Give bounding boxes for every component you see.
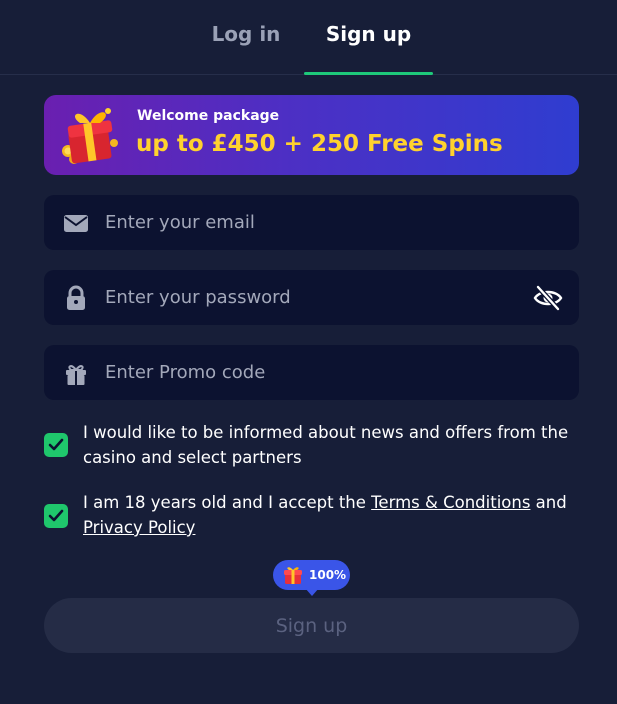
envelope-icon — [64, 215, 88, 232]
lock-icon — [67, 285, 85, 310]
auth-tabs: Log in Sign up — [0, 0, 617, 75]
gift-box-icon — [62, 108, 118, 164]
email-field-wrapper — [44, 195, 579, 250]
active-tab-indicator — [304, 72, 433, 75]
bonus-badge: 100% — [273, 560, 350, 596]
consent-age-label: I am 18 years old and I accept the Terms… — [83, 490, 583, 540]
sign-up-button[interactable]: Sign up — [44, 598, 579, 653]
email-input[interactable] — [104, 195, 524, 250]
password-input[interactable] — [104, 270, 524, 325]
consent-age-checkbox[interactable] — [44, 504, 68, 528]
consent-age-text: I am 18 years old and I accept the — [83, 493, 372, 512]
privacy-policy-link[interactable]: Privacy Policy — [83, 518, 195, 537]
password-field-wrapper — [44, 270, 579, 325]
promo-field-wrapper — [44, 345, 579, 400]
checkmark-icon — [48, 438, 64, 451]
promo-code-input[interactable] — [104, 345, 524, 400]
banner-offer: up to £450 + 250 Free Spins — [136, 131, 503, 157]
welcome-banner: Welcome package up to £450 + 250 Free Sp… — [44, 95, 579, 175]
banner-subtitle: Welcome package — [137, 108, 280, 124]
gift-icon — [66, 365, 86, 385]
consent-news-checkbox[interactable] — [44, 433, 68, 457]
tab-login[interactable]: Log in — [190, 0, 302, 75]
consent-news-label: I would like to be informed about news a… — [83, 423, 569, 467]
eye-slash-icon[interactable] — [530, 280, 566, 316]
tab-signup[interactable]: Sign up — [304, 0, 433, 75]
consent-age-text-and: and — [530, 493, 567, 512]
terms-link[interactable]: Terms & Conditions — [371, 493, 530, 512]
checkmark-icon — [48, 509, 64, 522]
bonus-badge-text: 100% — [309, 568, 347, 582]
gift-icon — [284, 567, 302, 584]
